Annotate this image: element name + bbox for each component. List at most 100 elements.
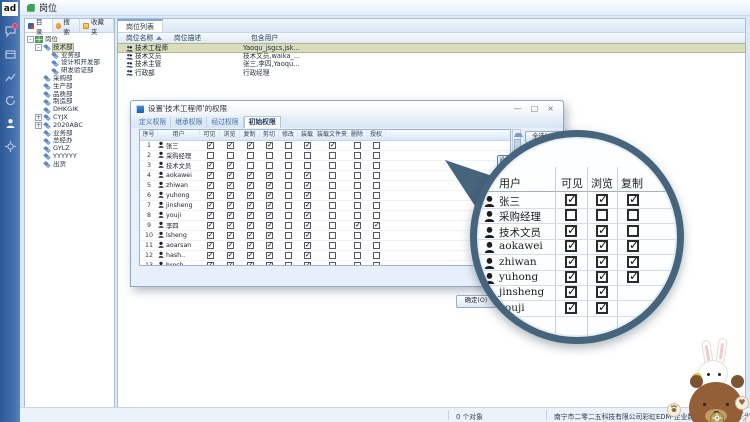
checkbox-unchecked[interactable] xyxy=(304,162,311,169)
checkbox-unchecked[interactable] xyxy=(373,192,380,199)
checkbox-checked[interactable] xyxy=(247,212,254,219)
checkbox-checked[interactable] xyxy=(266,232,273,239)
checkbox-checked[interactable] xyxy=(227,262,234,266)
checkbox-unchecked[interactable] xyxy=(329,262,336,266)
checkbox-unchecked[interactable] xyxy=(354,152,361,159)
checkbox-unchecked[interactable] xyxy=(285,202,292,209)
checkbox-unchecked[interactable] xyxy=(354,252,361,259)
perm-row[interactable]: 13hresh.. xyxy=(140,261,510,266)
checkbox-unchecked[interactable] xyxy=(247,162,254,169)
tree-item[interactable]: +CYJX xyxy=(25,114,114,122)
checkbox-unchecked[interactable] xyxy=(627,209,639,221)
checkbox-checked[interactable] xyxy=(247,182,254,189)
tree-item[interactable]: DHKGIK xyxy=(25,106,114,114)
checkbox-checked[interactable] xyxy=(266,192,273,199)
checkbox-unchecked[interactable] xyxy=(285,262,292,266)
pet-button-gear[interactable] xyxy=(710,412,724,422)
expand-icon[interactable]: + xyxy=(35,114,42,121)
checkbox-unchecked[interactable] xyxy=(354,142,361,149)
checkbox-checked[interactable] xyxy=(304,192,311,199)
checkbox-unchecked[interactable] xyxy=(373,152,380,159)
perm-row[interactable]: 12hash.. xyxy=(140,251,510,261)
tree-item[interactable]: 出货 xyxy=(25,161,114,169)
checkbox-unchecked[interactable] xyxy=(354,212,361,219)
checkbox-unchecked[interactable] xyxy=(285,212,292,219)
checkbox-checked[interactable] xyxy=(304,232,311,239)
checkbox-unchecked[interactable] xyxy=(354,192,361,199)
checkbox-checked[interactable] xyxy=(304,212,311,219)
checkbox-unchecked[interactable] xyxy=(354,242,361,249)
table-row[interactable]: 技术主管张三,李四,Yaoqu... xyxy=(118,60,745,68)
chart-icon[interactable] xyxy=(3,71,17,85)
table-row[interactable]: 行政部行政经理 xyxy=(118,69,745,77)
checkbox-checked[interactable] xyxy=(207,162,214,169)
checkbox-unchecked[interactable] xyxy=(227,152,234,159)
checkbox-unchecked[interactable] xyxy=(285,162,292,169)
checkbox-checked[interactable] xyxy=(266,242,273,249)
checkbox-checked[interactable] xyxy=(207,252,214,259)
checkbox-checked[interactable] xyxy=(596,225,608,237)
tree-item[interactable]: 制造部 xyxy=(25,98,114,106)
tree-item[interactable]: -岗位 xyxy=(25,36,114,44)
column-header-name[interactable]: 岗位名称 xyxy=(118,33,174,43)
column-header-users[interactable]: 包含用户 xyxy=(251,33,745,43)
tree-item[interactable]: 生产部 xyxy=(25,83,114,91)
checkbox-checked[interactable] xyxy=(247,202,254,209)
dialog-titlebar[interactable]: 设置'技术工程师'的权限 — □ × xyxy=(131,101,563,116)
checkbox-checked[interactable] xyxy=(227,192,234,199)
checkbox-checked[interactable] xyxy=(227,172,234,179)
tree-item[interactable]: 业务部 xyxy=(25,130,114,138)
checkbox-checked[interactable] xyxy=(266,142,273,149)
checkbox-checked[interactable] xyxy=(565,271,577,283)
tab-position-list[interactable]: 岗位列表 xyxy=(118,19,163,32)
checkbox-unchecked[interactable] xyxy=(373,252,380,259)
checkbox-checked[interactable] xyxy=(207,182,214,189)
checkbox-unchecked[interactable] xyxy=(354,182,361,189)
checkbox-checked[interactable] xyxy=(207,172,214,179)
checkbox-unchecked[interactable] xyxy=(565,209,577,221)
chat-icon[interactable] xyxy=(3,25,17,39)
checkbox-unchecked[interactable] xyxy=(354,162,361,169)
checkbox-checked[interactable] xyxy=(266,202,273,209)
checkbox-checked[interactable] xyxy=(227,252,234,259)
checkbox-unchecked[interactable] xyxy=(627,225,639,237)
checkbox-checked[interactable] xyxy=(227,162,234,169)
checkbox-unchecked[interactable] xyxy=(266,152,273,159)
panel-tab-favorites[interactable]: 收藏夹 xyxy=(80,19,114,32)
checkbox-checked[interactable] xyxy=(207,202,214,209)
checkbox-unchecked[interactable] xyxy=(285,182,292,189)
checkbox-unchecked[interactable] xyxy=(354,262,361,266)
checkbox-checked[interactable] xyxy=(329,142,336,149)
column-header-desc[interactable]: 岗位描述 xyxy=(174,33,251,43)
dialog-tab[interactable]: 初始权限 xyxy=(244,116,281,128)
checkbox-checked[interactable] xyxy=(266,262,273,266)
checkbox-checked[interactable] xyxy=(627,271,639,283)
tree-item[interactable]: 品质部 xyxy=(25,91,114,99)
checkbox-unchecked[interactable] xyxy=(373,242,380,249)
checkbox-checked[interactable] xyxy=(247,242,254,249)
checkbox-unchecked[interactable] xyxy=(329,162,336,169)
checkbox-checked[interactable] xyxy=(247,222,254,229)
checkbox-checked[interactable] xyxy=(627,240,639,252)
checkbox-checked[interactable] xyxy=(304,252,311,259)
checkbox-unchecked[interactable] xyxy=(285,142,292,149)
checkbox-unchecked[interactable] xyxy=(329,242,336,249)
perm-row[interactable]: 11aoarsan xyxy=(140,241,510,251)
checkbox-unchecked[interactable] xyxy=(354,202,361,209)
collapse-icon[interactable]: - xyxy=(27,36,34,43)
checkbox-unchecked[interactable] xyxy=(329,192,336,199)
checkbox-checked[interactable] xyxy=(304,262,311,266)
checkbox-checked[interactable] xyxy=(227,212,234,219)
checkbox-checked[interactable] xyxy=(227,222,234,229)
checkbox-unchecked[interactable] xyxy=(329,172,336,179)
checkbox-unchecked[interactable] xyxy=(329,202,336,209)
checkbox-checked[interactable] xyxy=(207,242,214,249)
checkbox-checked[interactable] xyxy=(247,252,254,259)
checkbox-checked[interactable] xyxy=(266,222,273,229)
checkbox-unchecked[interactable] xyxy=(207,152,214,159)
checkbox-checked[interactable] xyxy=(266,182,273,189)
tree-item[interactable]: 研发验证部 xyxy=(25,67,114,75)
checkbox-checked[interactable] xyxy=(596,256,608,268)
scroll-up-icon[interactable] xyxy=(514,133,523,137)
checkbox-unchecked[interactable] xyxy=(329,232,336,239)
